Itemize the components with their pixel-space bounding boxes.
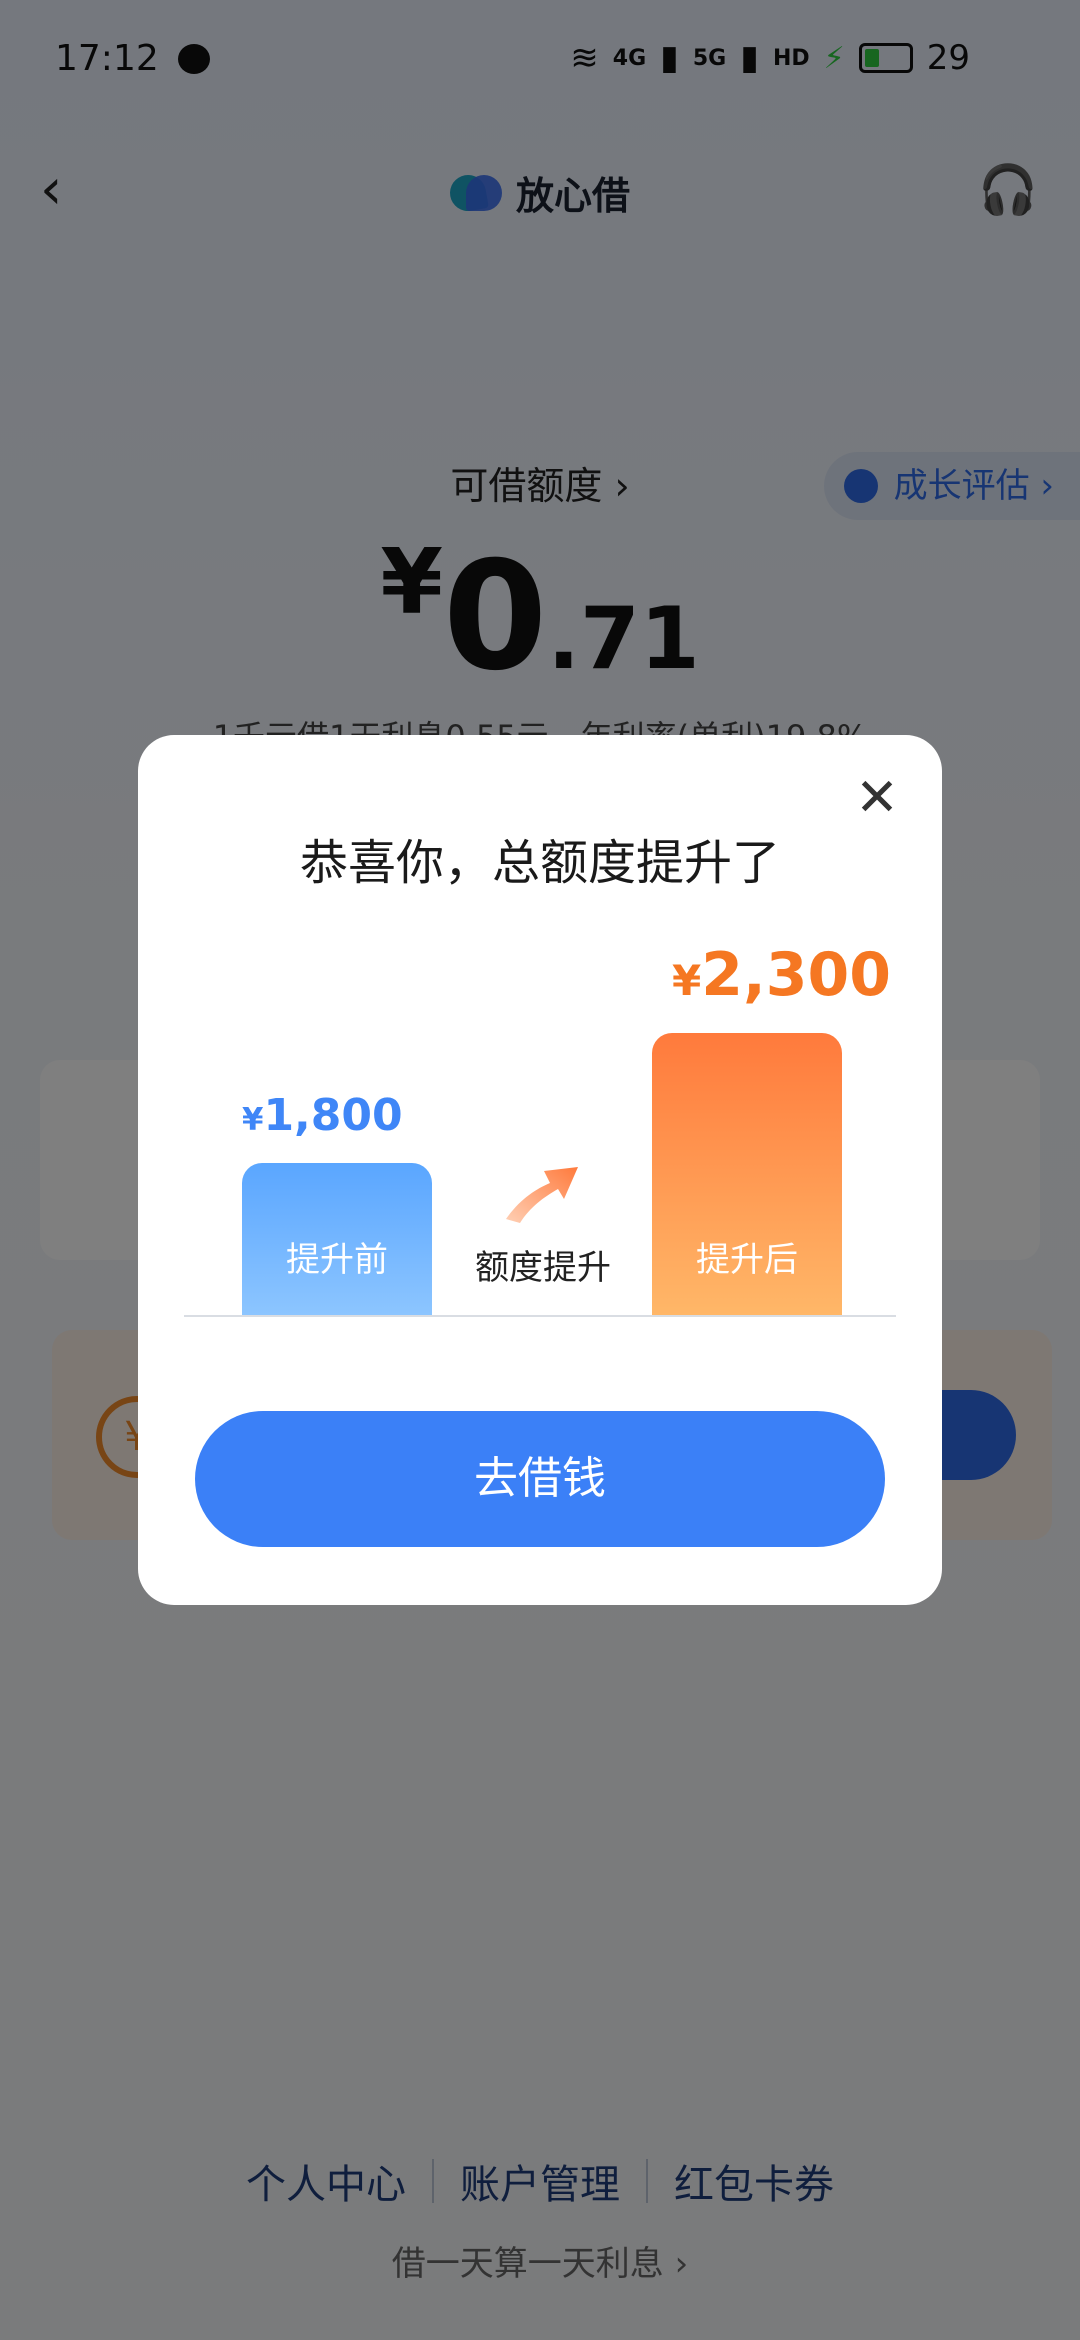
before-amount: ¥1,800 xyxy=(242,1090,403,1141)
dialog-title: 恭喜你，总额度提升了 xyxy=(299,835,780,891)
close-icon[interactable]: ✕ xyxy=(852,772,902,824)
chart-baseline xyxy=(184,1315,896,1317)
increase-arrow-icon xyxy=(506,1167,578,1223)
after-label: 提升后 xyxy=(696,1240,798,1280)
increase-label: 额度提升 xyxy=(475,1248,611,1288)
after-bar: 提升后 xyxy=(652,1033,842,1315)
after-amount: ¥2,300 xyxy=(672,940,892,1010)
borrow-now-button[interactable]: 去借钱 xyxy=(195,1411,885,1547)
before-bar: 提升前 xyxy=(242,1163,432,1315)
before-label: 提升前 xyxy=(286,1240,388,1280)
credit-increase-dialog: ✕ 恭喜你，总额度提升了 ¥1,800 提升前 额度提升 ¥2,300 提升后 … xyxy=(138,735,942,1605)
